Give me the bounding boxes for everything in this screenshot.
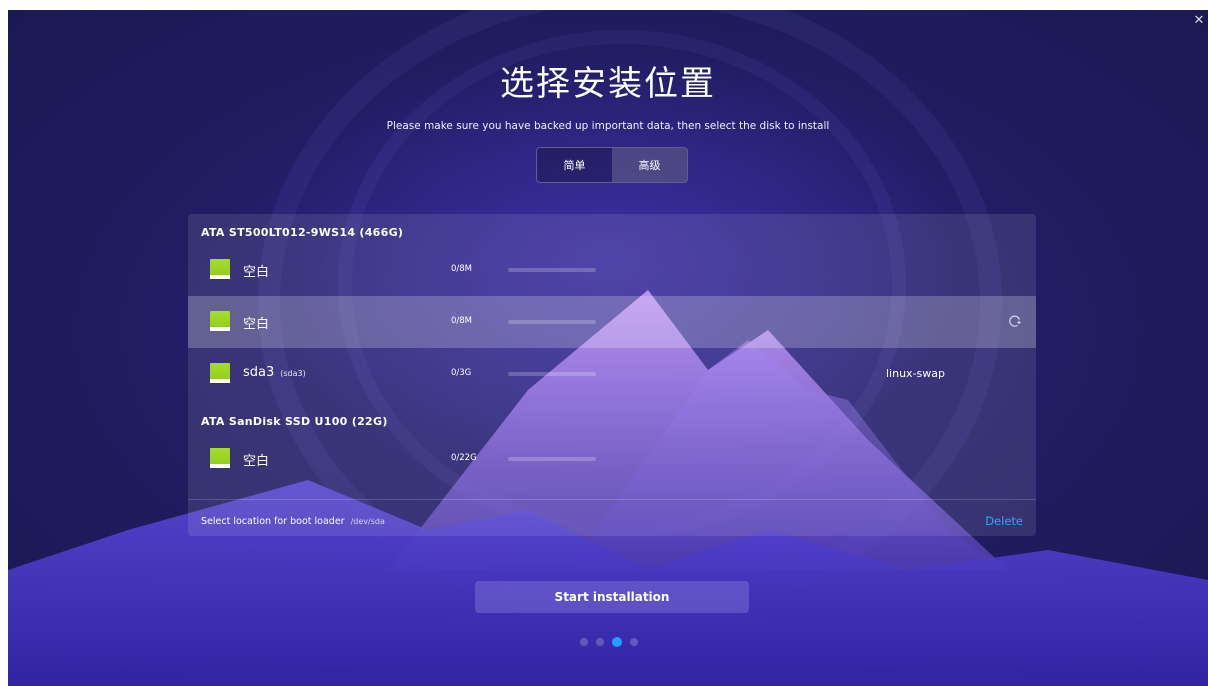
partition-row-selected[interactable]: 空白 0/8M bbox=[188, 296, 1036, 348]
partition-usage: 0/22G bbox=[451, 453, 477, 463]
partition-name: sda3 bbox=[243, 365, 275, 380]
mode-switch: 简单 高级 bbox=[536, 147, 688, 183]
delete-button[interactable]: Delete bbox=[985, 514, 1023, 528]
start-installation-button[interactable]: Start installation bbox=[475, 581, 749, 613]
new-partition-icon[interactable] bbox=[1008, 314, 1022, 328]
partition-usage: 0/3G bbox=[451, 368, 472, 378]
page-subtitle: Please make sure you have backed up impo… bbox=[386, 120, 830, 132]
partition-label: sda3 (sda3) bbox=[243, 365, 306, 380]
bootloader-label: Select location for boot loader bbox=[201, 516, 345, 527]
partition-label: 空白 bbox=[243, 454, 270, 469]
partition-usage: 0/8M bbox=[451, 316, 473, 326]
installer-window: ✕ 选择安装位置 Please make sure you have backe… bbox=[8, 10, 1208, 686]
usage-bar bbox=[508, 372, 596, 376]
divider bbox=[188, 499, 1036, 500]
partition-filesystem: linux-swap bbox=[886, 367, 945, 380]
usage-bar bbox=[508, 457, 596, 461]
pagination-dots bbox=[580, 637, 638, 647]
tab-advanced[interactable]: 高级 bbox=[612, 148, 687, 182]
bootloader-selector: Select location for boot loader/dev/sda bbox=[201, 516, 385, 527]
page-dot bbox=[596, 638, 604, 646]
page-dot bbox=[580, 638, 588, 646]
partition-label: 空白 bbox=[243, 317, 270, 332]
partition-icon bbox=[210, 363, 230, 383]
partition-usage: 0/8M bbox=[451, 264, 473, 274]
partition-row[interactable]: 空白 0/8M bbox=[188, 244, 1036, 296]
page-dot bbox=[630, 638, 638, 646]
partition-panel: ATA ST500LT012-9WS14 (466G) 空白 0/8M 空白 0… bbox=[188, 214, 1036, 536]
page-dot-active bbox=[612, 637, 622, 647]
tab-simple[interactable]: 简单 bbox=[537, 148, 612, 182]
disk-header: ATA ST500LT012-9WS14 (466G) bbox=[201, 226, 404, 239]
partition-row[interactable]: 空白 0/22G bbox=[188, 433, 1036, 485]
disk-header: ATA SanDisk SSD U100 (22G) bbox=[201, 415, 388, 428]
partition-icon bbox=[210, 259, 230, 279]
partition-device: (sda3) bbox=[280, 369, 306, 378]
close-icon[interactable]: ✕ bbox=[1192, 14, 1206, 28]
partition-icon bbox=[210, 448, 230, 468]
partition-label: 空白 bbox=[243, 265, 270, 280]
partition-row[interactable]: sda3 (sda3) 0/3G linux-swap bbox=[188, 348, 1036, 400]
usage-bar bbox=[508, 320, 596, 324]
page-title: 选择安装位置 bbox=[500, 64, 716, 104]
bootloader-device[interactable]: /dev/sda bbox=[351, 517, 385, 526]
usage-bar bbox=[508, 268, 596, 272]
partition-icon bbox=[210, 311, 230, 331]
